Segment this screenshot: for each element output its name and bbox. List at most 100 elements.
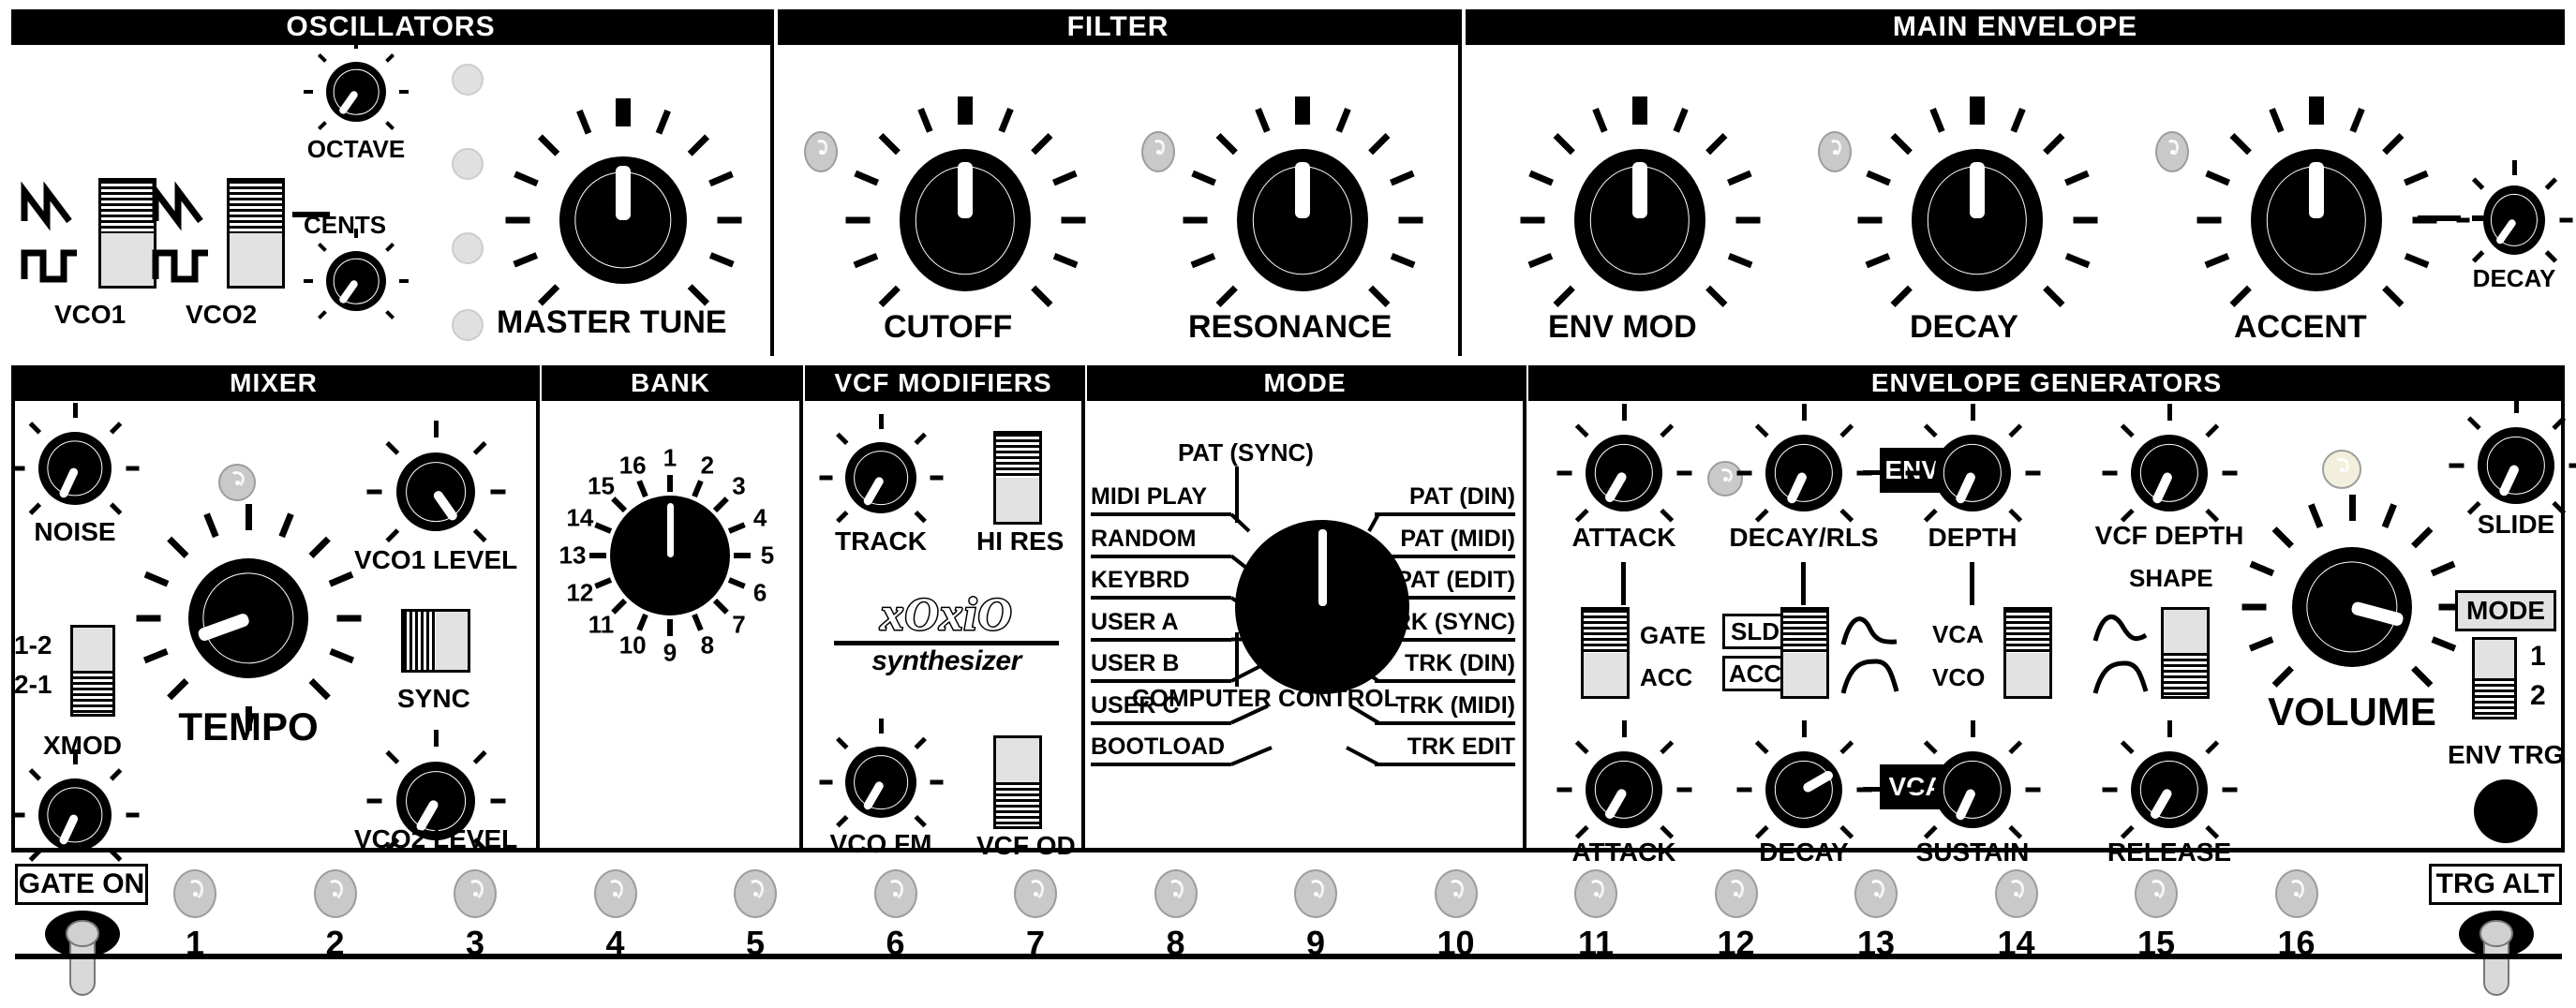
resonance-knob[interactable] [1183,96,1422,328]
cutoff-knob[interactable] [845,96,1085,328]
shape-switch[interactable] [2161,607,2210,699]
eg-decay-rls-knob[interactable]: DECAY/RLS [1729,404,1879,552]
decay-knob-body[interactable] [1912,149,2043,291]
vco1-level-body[interactable] [396,452,475,531]
step-led-15[interactable] [2135,869,2178,918]
release-body[interactable] [2131,751,2208,828]
env-curve-switch[interactable] [1780,607,1829,699]
step-led-10[interactable] [1434,869,1478,918]
eg-sustain-body[interactable] [1934,751,2011,828]
env-mod-body[interactable] [1574,149,1705,291]
section-header-mode: MODE [1087,365,1523,401]
eg-depth-pointer [1954,470,1977,505]
eg-decay2-knob[interactable]: DECAY [1736,720,1871,867]
step-led-2[interactable] [313,869,357,918]
bank-position-label: 1 [663,443,678,472]
track-knob-body[interactable] [845,442,916,513]
step-led-8[interactable] [1154,869,1198,918]
vco-fm-knob-body[interactable] [845,747,916,818]
release-pointer [2149,787,2174,821]
hi-res-switch[interactable] [993,431,1042,525]
step-led-9[interactable] [1294,869,1337,918]
eg-decay2-body[interactable] [1765,751,1842,828]
step-led-12[interactable] [1714,869,1758,918]
octave-knob-body[interactable] [326,62,386,122]
vco2-waveform-switch[interactable] [227,178,285,289]
mode-option-keybrd: KEYBRD [1091,567,1190,593]
volume-knob[interactable]: VOLUME [2241,495,2463,734]
bank-position-label: 14 [566,503,594,532]
master-tune-knob[interactable] [505,98,741,319]
vco2-label: VCO2 [186,300,258,329]
step-led-11[interactable] [1574,869,1617,918]
step-led-7[interactable] [1014,869,1057,918]
mode-knob[interactable] [1235,520,1409,694]
release-knob[interactable]: RELEASE [2102,720,2237,867]
gate-acc-switch[interactable] [1581,607,1630,699]
sync-switch[interactable] [401,609,470,673]
step-label-1: 1 [185,924,205,962]
tempo-knob-body[interactable] [188,558,308,678]
eg-attack1-body[interactable] [1586,435,1662,511]
step-led-3[interactable] [454,869,497,918]
xmod-amount-knob[interactable] [11,749,139,871]
step-led-6[interactable] [873,869,917,918]
slide-body[interactable] [2478,427,2554,504]
noise-knob-body[interactable] [38,432,112,505]
step-led-13[interactable] [1854,869,1898,918]
xmod-switch[interactable] [70,625,115,717]
octave-knob[interactable]: OCTAVE [304,39,409,163]
env-mode-switch[interactable] [2472,637,2517,719]
bank-tick [589,553,606,558]
accent-knob[interactable] [2196,96,2436,328]
accent-decay-body[interactable] [2483,185,2545,255]
eg-depth-knob[interactable]: DEPTH [1905,404,2040,552]
eg-attack1-knob[interactable]: ATTACK [1556,404,1691,552]
bank-knob-body[interactable] [610,496,730,615]
step-led-5[interactable] [734,869,777,918]
step-led-14[interactable] [1994,869,2038,918]
volume-knob-body[interactable] [2292,547,2412,667]
eg-attack2-body[interactable] [1586,751,1662,828]
env-trg-button[interactable] [2474,779,2538,843]
vca-vco-switch[interactable] [2003,607,2052,699]
master-tune-body[interactable] [559,156,687,284]
track-knob[interactable]: TRACK [819,414,943,556]
sync-label: SYNC [397,684,470,713]
decay-led [1818,131,1852,172]
vcf-depth-knob[interactable]: VCF DEPTH [2095,404,2243,550]
cutoff-knob-body[interactable] [900,149,1031,291]
osc-led-4 [452,309,484,341]
accent-decay-knob[interactable]: DECAY [2456,160,2572,292]
cents-knob[interactable] [304,229,409,328]
vcf-od-switch[interactable] [993,735,1042,829]
step-led-4[interactable] [593,869,637,918]
step-led-1[interactable] [173,869,216,918]
xmod-down-label: 2-1 [14,670,52,699]
resonance-knob-body[interactable] [1237,149,1368,291]
xmod-amount-body[interactable] [38,778,112,852]
vco-fm-knob[interactable]: VCO FM [819,719,943,858]
step-led-16[interactable] [2274,869,2318,918]
eg-attack2-knob[interactable]: ATTACK [1556,720,1691,867]
slide-knob[interactable]: SLIDE [2449,396,2576,539]
vco1-waveform-switch[interactable] [98,178,156,289]
filter-title: FILTER [1066,11,1169,42]
env-mod-knob[interactable] [1520,96,1760,328]
vcf-depth-body[interactable] [2131,435,2208,511]
decay-knob-pointer [1970,162,1985,218]
accent-knob-body[interactable] [2251,149,2382,291]
eg-depth-body[interactable] [1934,435,2011,511]
eg-sustain-knob[interactable]: SUSTAIN [1905,720,2040,867]
bank-selector[interactable]: 1 2 3 4 5 6 7 8 9 10 11 12 13 14 15 16 [559,444,775,667]
tempo-knob[interactable]: TEMPO [136,504,361,749]
step-led-dot [1873,891,1879,897]
mode-leader-left-6 [1091,763,1231,766]
cents-knob-body[interactable] [326,251,386,311]
vcf-modifiers-title: VCF MODIFIERS [834,368,1052,397]
section-header-oscillators: OSCILLATORS [11,9,770,45]
decay-knob[interactable] [1857,96,2097,328]
eg-decay-rls-body[interactable] [1765,435,1842,511]
noise-knob[interactable]: NOISE [11,403,139,546]
vco1-level-knob[interactable] [366,421,505,553]
